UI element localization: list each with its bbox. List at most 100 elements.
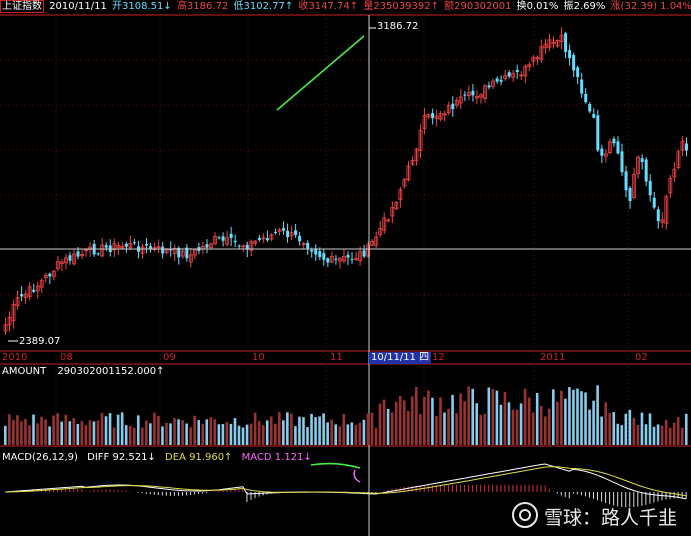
time-axis-label: 2011 [540, 352, 566, 363]
candle-body [145, 244, 149, 246]
candle-body [612, 138, 616, 144]
amount-bar [181, 420, 184, 445]
amount-bar [459, 393, 462, 445]
amount-bar [402, 400, 406, 445]
candle-body [20, 294, 24, 297]
amount-bar [342, 414, 346, 445]
amount-bar [217, 424, 221, 445]
amount-bar [124, 425, 128, 445]
amount-bar [286, 412, 289, 445]
amount-bar [604, 402, 607, 445]
amount-bar [616, 423, 620, 445]
amount-bar [636, 424, 640, 445]
candle-body [648, 180, 652, 196]
amount-bar [233, 418, 237, 445]
amount-bar [608, 413, 612, 445]
amount-bar [467, 386, 470, 445]
candle-body [495, 78, 499, 82]
candle-body [592, 113, 596, 118]
amount-bar [273, 423, 277, 445]
amount-bar [346, 424, 350, 445]
time-axis-label: 02 [635, 352, 648, 363]
amount-value: 290302001152.000↑ [57, 366, 165, 377]
trend-line [276, 35, 365, 111]
amount-bar [378, 403, 382, 445]
amount-bar [24, 418, 27, 445]
candle-body [233, 240, 237, 243]
macd-annotation-curve [353, 469, 361, 483]
amount-bar [588, 409, 591, 445]
candle-body [334, 258, 338, 260]
candle-body [96, 253, 100, 255]
amount-bar [584, 392, 587, 445]
crosshair-date-label: 10/11/11 四 [369, 352, 432, 364]
candle-body [656, 209, 660, 222]
amount-bar [16, 415, 19, 445]
amount-bar [406, 411, 410, 445]
candle-body [451, 103, 455, 110]
amount-bar [439, 397, 442, 445]
candle-body [588, 104, 592, 112]
amount-bar [632, 417, 636, 445]
amount-bar [564, 398, 567, 445]
amount-bar [366, 413, 370, 445]
amount-bar [410, 396, 414, 445]
amount-bar [463, 401, 466, 445]
amount-bar [205, 419, 209, 445]
amount-bar [338, 426, 342, 445]
amount-bar [427, 390, 430, 445]
amount-bar [680, 427, 684, 445]
amount-bar [209, 417, 213, 445]
candle-body [684, 143, 688, 151]
amount-bar [423, 396, 426, 445]
amount-bar [628, 409, 632, 445]
amount-bar [60, 421, 64, 445]
amount-bar [398, 396, 402, 445]
amount-bar [12, 419, 15, 445]
amount-bar [44, 419, 47, 445]
candle-body [310, 249, 314, 252]
amount-bar [664, 419, 668, 445]
amount-bar [40, 416, 43, 445]
amount-bar [374, 427, 378, 445]
candle-body [620, 151, 624, 173]
amount-bar [169, 423, 172, 445]
candle-body [515, 69, 519, 72]
amount-bar [443, 412, 446, 445]
candle-body [580, 79, 584, 94]
amount-bar [92, 421, 96, 445]
amount-bar [221, 424, 225, 445]
amount-bar [660, 425, 664, 445]
candle-body [616, 141, 620, 154]
candle-body [221, 236, 225, 241]
candle-body [326, 258, 330, 263]
amount-bar [8, 414, 11, 445]
candle-body [362, 250, 366, 257]
amount-bar [322, 413, 325, 445]
amount-bar [471, 388, 475, 445]
amount-bar [531, 412, 535, 445]
amount-bar [495, 390, 499, 445]
amount-bar [237, 425, 241, 445]
amount-bar [503, 391, 507, 445]
amount-bar [499, 404, 503, 445]
candle-body [463, 94, 467, 96]
amount-bar [88, 420, 92, 445]
amount-bar [382, 399, 386, 445]
amount-bar [249, 423, 253, 445]
amount-bar [36, 423, 39, 445]
amount-bar [100, 412, 104, 445]
amount-bar [330, 419, 333, 445]
amount-bar [245, 424, 249, 445]
amount-bar [241, 427, 245, 445]
amount-bar [84, 425, 88, 445]
macd-diff: DIFF 92.521↓ [87, 452, 156, 463]
amount-bar [253, 412, 257, 445]
amount-bar [257, 420, 261, 445]
watermark: 雪球：路人千韭 [511, 502, 677, 530]
candle-body [572, 54, 576, 71]
candle-body [48, 273, 52, 277]
amount-bar [173, 418, 176, 445]
amount-bar [76, 423, 80, 445]
candle-body [564, 33, 568, 52]
